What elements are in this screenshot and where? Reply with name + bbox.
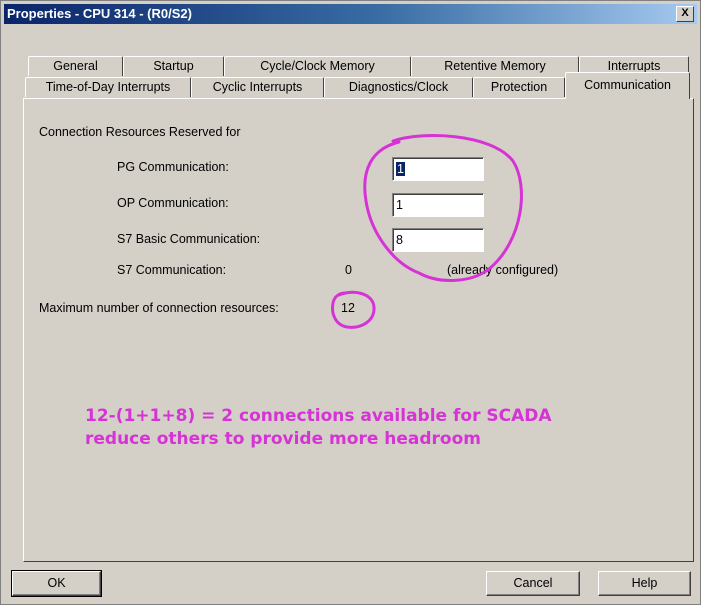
- op-communication-field[interactable]: 1: [392, 193, 484, 217]
- tab-diagnostics-clock[interactable]: Diagnostics/Clock: [324, 77, 473, 97]
- already-configured-note: (already configured): [447, 263, 559, 277]
- annotation-line-1: 12-(1+1+8) = 2 connections available for…: [85, 406, 552, 426]
- tab-cyclic-interrupts[interactable]: Cyclic Interrupts: [191, 77, 324, 97]
- tab-time-of-day-interrupts[interactable]: Time-of-Day Interrupts: [25, 77, 191, 97]
- op-communication-value: 1: [396, 198, 403, 212]
- title-bar: Properties - CPU 314 - (R0/S2) X: [4, 4, 697, 24]
- pg-communication-label: PG Communication:: [117, 160, 229, 174]
- s7-communication-label: S7 Communication:: [117, 263, 227, 277]
- s7-basic-communication-value: 8: [396, 233, 403, 247]
- cancel-button[interactable]: Cancel: [486, 571, 580, 596]
- window-title: Properties - CPU 314 - (R0/S2): [7, 6, 192, 21]
- tab-retentive-memory[interactable]: Retentive Memory: [411, 56, 579, 76]
- tab-cycle-clock-memory[interactable]: Cycle/Clock Memory: [224, 56, 411, 76]
- tab-protection[interactable]: Protection: [473, 77, 565, 97]
- tab-general[interactable]: General: [28, 56, 123, 76]
- s7-basic-communication-field[interactable]: 8: [392, 228, 484, 252]
- tab-communication[interactable]: Communication: [565, 72, 690, 99]
- annotation-line-2: reduce others to provide more headroom: [85, 429, 482, 449]
- op-communication-label: OP Communication:: [117, 196, 229, 210]
- help-button[interactable]: Help: [598, 571, 691, 596]
- pg-communication-field[interactable]: 1: [392, 157, 484, 181]
- s7-communication-value: 0: [345, 263, 352, 277]
- pg-communication-value: 1: [396, 162, 405, 176]
- close-button[interactable]: X: [676, 6, 694, 22]
- properties-dialog: Properties - CPU 314 - (R0/S2) X General…: [0, 0, 701, 605]
- tab-startup[interactable]: Startup: [123, 56, 224, 76]
- max-connections-label: Maximum number of connection resources:: [39, 301, 279, 315]
- max-connections-value: 12: [341, 301, 355, 315]
- ok-button[interactable]: OK: [11, 570, 102, 597]
- section-label: Connection Resources Reserved for: [39, 125, 241, 139]
- s7-basic-communication-label: S7 Basic Communication:: [117, 232, 261, 246]
